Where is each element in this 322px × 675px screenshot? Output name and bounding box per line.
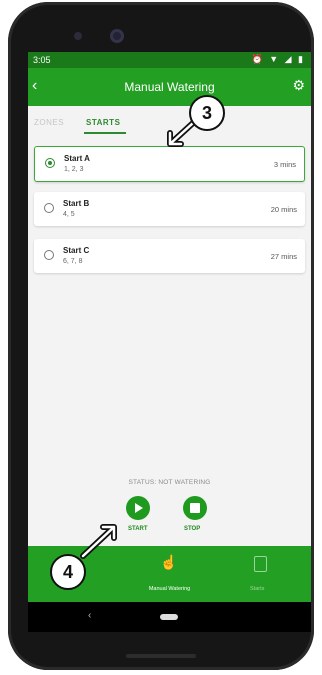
stop-button-label: STOP	[184, 526, 201, 532]
start-zones: 1, 2, 3	[64, 166, 84, 173]
status-icons: ⏰ ▼ ◢ ▮	[251, 54, 305, 64]
play-icon	[135, 503, 143, 513]
start-button-label: START	[128, 526, 148, 532]
start-card-a[interactable]: Start A 1, 2, 3 3 mins	[34, 146, 305, 182]
start-name: Start B	[63, 199, 90, 208]
start-name: Start A	[64, 154, 90, 163]
start-duration: 3 mins	[273, 160, 296, 169]
app-bar: ‹ Manual Watering ⚙	[28, 68, 311, 106]
hand-pointer-icon[interactable]: ☝	[160, 554, 177, 571]
page-title: Manual Watering	[124, 80, 215, 94]
radio-icon[interactable]	[44, 250, 54, 260]
watering-status: STATUS: NOT WATERING	[128, 479, 211, 486]
nav-starts[interactable]: Starts	[250, 586, 264, 592]
app-screen: 3:05 ⏰ ▼ ◢ ▮ ‹ Manual Watering ⚙ ZONES S…	[28, 52, 311, 632]
front-sensor	[74, 32, 82, 40]
start-zones: 4, 5	[63, 211, 75, 218]
callout-number-3: 3	[189, 95, 225, 131]
home-pill-icon[interactable]	[160, 614, 178, 620]
tab-bar: ZONES STARTS	[28, 106, 311, 136]
tab-starts[interactable]: STARTS	[86, 118, 120, 127]
status-time: 3:05	[33, 55, 51, 65]
start-zones: 6, 7, 8	[63, 258, 83, 265]
radio-icon[interactable]	[44, 203, 54, 213]
gear-icon[interactable]: ⚙	[292, 77, 305, 94]
system-back-icon[interactable]: ‹	[88, 610, 91, 621]
system-nav-bar: ‹	[28, 602, 311, 632]
phone-chin-speaker	[126, 654, 196, 658]
start-button[interactable]	[126, 496, 150, 520]
callout-number-4: 4	[50, 554, 86, 590]
stop-icon	[190, 503, 200, 513]
start-name: Start C	[63, 246, 90, 255]
start-card-b[interactable]: Start B 4, 5 20 mins	[34, 192, 305, 226]
start-card-c[interactable]: Start C 6, 7, 8 27 mins	[34, 239, 305, 273]
start-duration: 20 mins	[270, 205, 297, 214]
front-camera	[110, 29, 124, 43]
stop-button[interactable]	[183, 496, 207, 520]
radio-selected-icon[interactable]	[45, 158, 55, 168]
active-tab-indicator	[84, 132, 126, 134]
status-bar: 3:05 ⏰ ▼ ◢ ▮	[28, 52, 311, 68]
start-duration: 27 mins	[270, 252, 297, 261]
starts-list-icon[interactable]	[254, 556, 267, 572]
tab-zones[interactable]: ZONES	[34, 118, 64, 127]
